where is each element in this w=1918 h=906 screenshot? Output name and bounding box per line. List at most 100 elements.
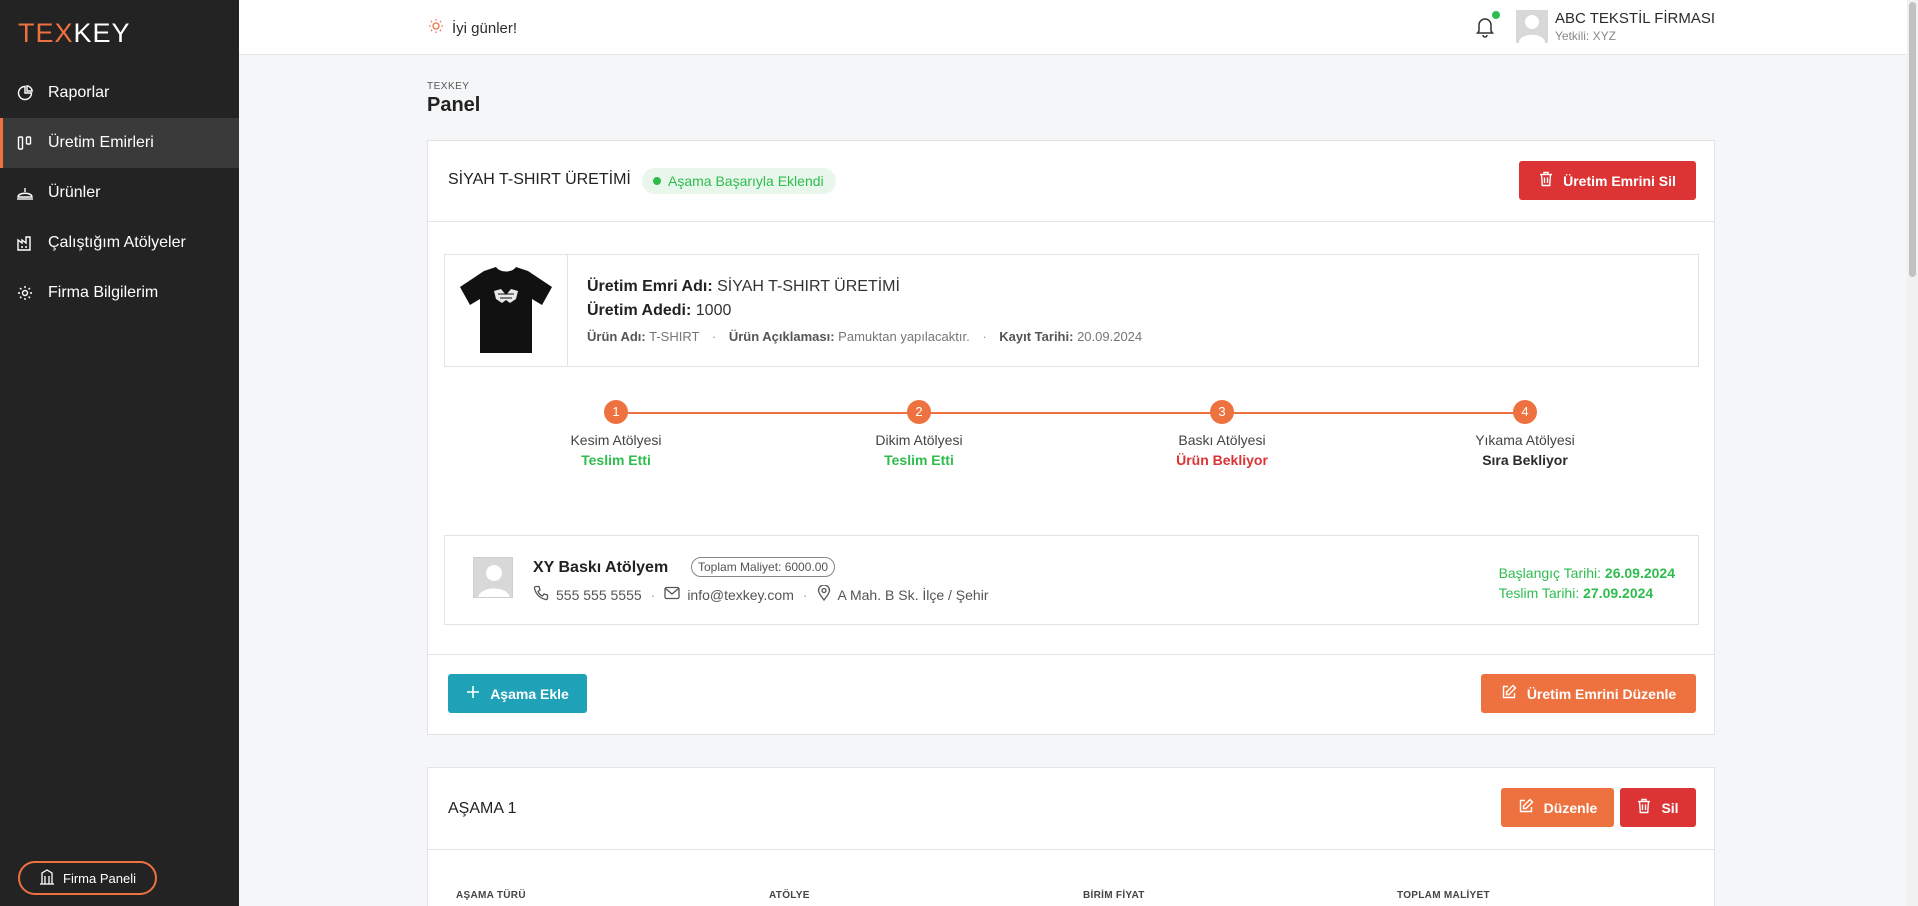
- edit-order-button[interactable]: Üretim Emrini Düzenle: [1481, 674, 1696, 713]
- step-name: Yıkama Atölyesi: [1475, 432, 1575, 448]
- stage-title: AŞAMA 1: [448, 800, 517, 817]
- workshop-avatar: [473, 557, 513, 598]
- step-name: Baskı Atölyesi: [1178, 432, 1266, 448]
- step-number: 3: [1210, 400, 1234, 424]
- edit-stage-label: Düzenle: [1543, 799, 1598, 816]
- bell-icon[interactable]: [1475, 16, 1495, 38]
- sidebar-item-atolyeler[interactable]: Çalıştığım Atölyeler: [0, 218, 239, 268]
- separator: ·: [650, 586, 656, 603]
- logo[interactable]: TEXKEY: [18, 18, 131, 49]
- order-card-footer: Aşama Ekle Üretim Emrini Düzenle: [428, 654, 1714, 736]
- total-cost-badge: Toplam Maliyet: 6000.00: [691, 557, 836, 577]
- avatar[interactable]: [1516, 10, 1548, 43]
- sidebar-item-raporlar[interactable]: Raporlar: [0, 68, 239, 118]
- step-status: Ürün Bekliyor: [1176, 452, 1268, 468]
- plus-icon: [466, 685, 480, 702]
- logo-part-tex: TEX: [18, 18, 74, 48]
- step-1[interactable]: 1 Kesim Atölyesi Teslim Etti: [516, 399, 716, 468]
- building-icon: [39, 868, 55, 888]
- firm-panel-label: Firma Paneli: [63, 870, 136, 886]
- firm-panel-button[interactable]: Firma Paneli: [18, 861, 157, 895]
- order-name-value: SİYAH T-SHIRT ÜRETİMİ: [717, 278, 900, 295]
- pie-chart-icon: [16, 84, 34, 102]
- sidebar-item-uretim-emirleri[interactable]: Üretim Emirleri: [0, 118, 239, 168]
- factory-icon: [16, 234, 34, 252]
- step-3[interactable]: 3 Baskı Atölyesi Ürün Bekliyor: [1122, 399, 1322, 468]
- add-stage-button[interactable]: Aşama Ekle: [448, 674, 587, 713]
- greeting-text: İyi günler!: [452, 19, 518, 37]
- sidebar: TEXKEY Raporlar Üretim Emirleri Ürünler …: [0, 0, 239, 906]
- kanban-icon: [16, 134, 34, 152]
- production-order-card: SİYAH T-SHIRT ÜRETİMİ Aşama Başarıyla Ek…: [427, 140, 1715, 735]
- end-date-value: 27.09.2024: [1583, 585, 1654, 601]
- greeting: İyi günler!: [428, 18, 517, 38]
- phone-item[interactable]: 555 555 5555: [533, 585, 642, 604]
- user-role: Yetkili: XYZ: [1555, 29, 1616, 43]
- order-qty-value: 1000: [695, 302, 732, 319]
- sidebar-item-label: Üretim Emirleri: [48, 134, 154, 151]
- delete-stage-button[interactable]: Sil: [1620, 788, 1696, 827]
- step-name: Dikim Atölyesi: [875, 432, 963, 448]
- product-info: Üretim Emri Adı: SİYAH T-SHIRT ÜRETİMİ Ü…: [444, 254, 1699, 367]
- address-item: A Mah. B Sk. İlçe / Şehir: [817, 584, 989, 604]
- delete-order-label: Üretim Emrini Sil: [1563, 172, 1676, 189]
- product-desc-label: Ürün Açıklaması:: [728, 329, 835, 344]
- trash-icon: [1539, 171, 1553, 190]
- start-date-label: Başlangıç Tarihi:: [1498, 565, 1602, 581]
- sidebar-nav: Raporlar Üretim Emirleri Ürünler Çalıştı…: [0, 68, 239, 318]
- page-title: Panel: [427, 94, 481, 116]
- delete-order-button[interactable]: Üretim Emrini Sil: [1519, 161, 1696, 200]
- start-date-value: 26.09.2024: [1604, 565, 1675, 581]
- mail-icon: [664, 586, 680, 603]
- sidebar-item-label: Ürünler: [48, 184, 101, 201]
- edit-stage-button[interactable]: Düzenle: [1501, 788, 1614, 827]
- sidebar-item-urunler[interactable]: Ürünler: [0, 168, 239, 218]
- stepper-line: [616, 412, 1525, 414]
- step-2[interactable]: 2 Dikim Atölyesi Teslim Etti: [819, 399, 1019, 468]
- status-badge: Aşama Başarıyla Eklendi: [642, 168, 836, 194]
- stage-stepper: 1 Kesim Atölyesi Teslim Etti 2 Dikim Atö…: [428, 399, 1714, 479]
- breadcrumb: TEXKEY: [427, 81, 470, 92]
- map-pin-icon: [817, 584, 831, 604]
- add-stage-label: Aşama Ekle: [490, 685, 569, 702]
- step-status: Teslim Etti: [884, 452, 954, 468]
- column-header-workshop: ATÖLYE: [769, 890, 810, 901]
- end-date-line: Teslim Tarihi: 27.09.2024: [1499, 583, 1675, 603]
- workshop-dates: Başlangıç Tarihi: 26.09.2024 Teslim Tari…: [1499, 563, 1675, 603]
- order-name-label: Üretim Emri Adı:: [587, 278, 713, 295]
- address-text: A Mah. B Sk. İlçe / Şehir: [837, 586, 989, 603]
- end-date-label: Teslim Tarihi:: [1498, 585, 1580, 601]
- email-item[interactable]: info@texkey.com: [664, 586, 794, 603]
- edit-icon: [1518, 798, 1534, 817]
- delete-stage-label: Sil: [1661, 799, 1679, 816]
- phone-icon: [533, 585, 549, 604]
- notification-dot: [1492, 11, 1500, 19]
- start-date-line: Başlangıç Tarihi: 26.09.2024: [1499, 563, 1675, 583]
- step-4[interactable]: 4 Yıkama Atölyesi Sıra Bekliyor: [1425, 399, 1625, 468]
- order-qty-line: Üretim Adedi: 1000: [587, 302, 731, 320]
- product-meta-line: Ürün Adı: T-SHIRT · Ürün Açıklaması: Pam…: [587, 329, 1142, 344]
- scrollbar-thumb[interactable]: [1909, 2, 1916, 277]
- separator: ·: [982, 329, 987, 344]
- topbar: İyi günler! ABC TEKSTİL FİRMASI Yetkili:…: [239, 0, 1907, 55]
- sidebar-item-label: Firma Bilgilerim: [48, 284, 159, 301]
- logo-part-key: KEY: [73, 18, 131, 48]
- workshop-contact: 555 555 5555 · info@texkey.com · A Mah. …: [533, 584, 989, 604]
- record-date-label: Kayıt Tarihi:: [999, 329, 1074, 344]
- edit-icon: [1501, 684, 1517, 703]
- separator: ·: [802, 586, 808, 603]
- trash-icon: [1637, 798, 1651, 817]
- order-card-header: SİYAH T-SHIRT ÜRETİMİ Aşama Başarıyla Ek…: [428, 141, 1714, 222]
- page-scrollbar[interactable]: [1907, 0, 1918, 906]
- email-text: info@texkey.com: [687, 586, 794, 603]
- step-number: 4: [1513, 400, 1537, 424]
- edit-order-label: Üretim Emrini Düzenle: [1526, 685, 1677, 702]
- sidebar-item-label: Raporlar: [48, 84, 110, 101]
- step-number: 2: [907, 400, 931, 424]
- separator: ·: [711, 329, 717, 344]
- order-name-line: Üretim Emri Adı: SİYAH T-SHIRT ÜRETİMİ: [587, 278, 900, 296]
- product-name-label: Ürün Adı:: [587, 329, 646, 344]
- user-name[interactable]: ABC TEKSTİL FİRMASI: [1555, 10, 1715, 27]
- product-name-value: T-SHIRT: [649, 329, 700, 344]
- sidebar-item-firma-bilgilerim[interactable]: Firma Bilgilerim: [0, 268, 239, 318]
